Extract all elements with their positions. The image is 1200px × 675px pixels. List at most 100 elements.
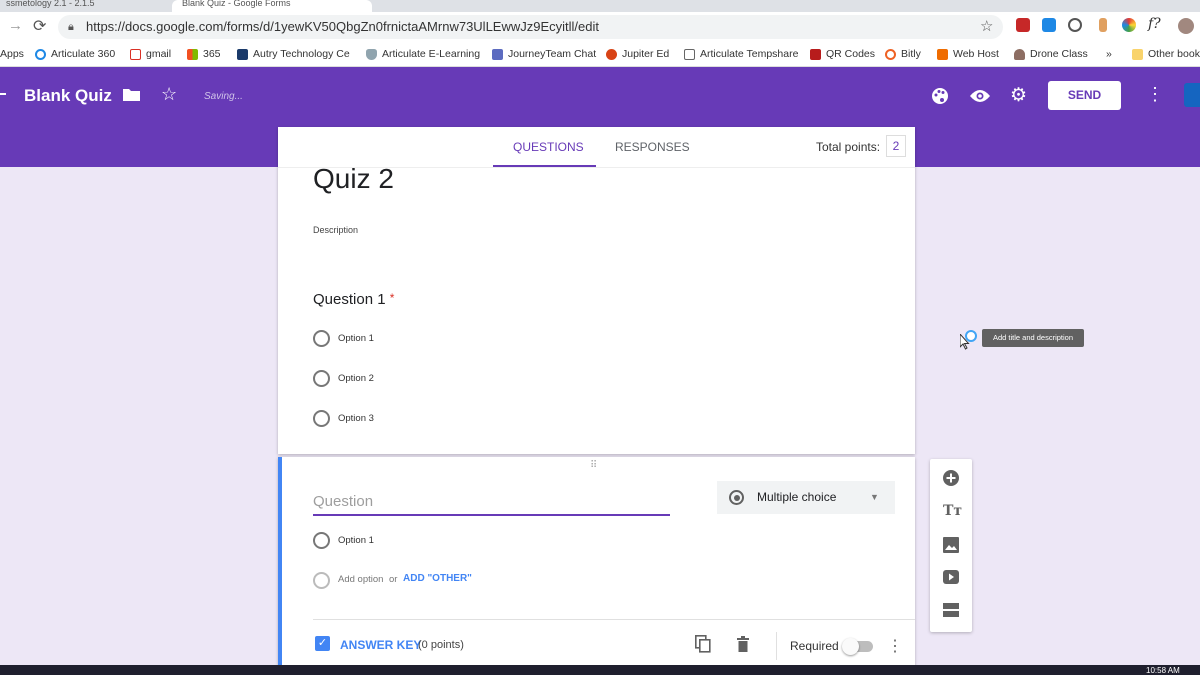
bookmark-bitly[interactable]: Bitly: [885, 42, 921, 66]
taskbar-clock: 10:58 AM: [1146, 666, 1180, 675]
delete-trash-icon[interactable]: [737, 636, 749, 652]
question-type-dropdown[interactable]: Multiple choice ▼: [717, 481, 895, 514]
option-label: Option 1: [338, 333, 374, 344]
folder-icon[interactable]: [123, 88, 140, 101]
back-arrow-icon[interactable]: [0, 93, 6, 95]
option-label: Option 3: [338, 413, 374, 424]
send-button[interactable]: SEND: [1048, 81, 1121, 110]
gmail-icon: [130, 48, 141, 60]
add-image-icon[interactable]: [943, 537, 959, 553]
bookmark-other[interactable]: Other book: [1132, 42, 1200, 66]
bookmark-label: Bitly: [901, 48, 921, 60]
add-option-link[interactable]: Add option: [338, 574, 383, 585]
add-title-icon[interactable]: Tт: [943, 503, 962, 519]
os-taskbar: [0, 665, 1200, 675]
bookmark-gmail[interactable]: gmail: [130, 42, 171, 66]
palette-icon[interactable]: [931, 87, 949, 105]
question-title-text: Question 1: [313, 291, 386, 308]
qr-icon: [810, 48, 821, 60]
more-menu-icon[interactable]: ⋮: [1146, 84, 1164, 105]
quiz-title[interactable]: Quiz 2: [313, 163, 394, 195]
radio-button: [313, 572, 330, 589]
bookmark-qr-codes[interactable]: QR Codes: [810, 42, 875, 66]
bookmark-star-icon[interactable]: ☆: [980, 15, 993, 39]
preview-eye-icon[interactable]: [970, 89, 990, 103]
dropdown-arrow-icon: ▼: [870, 492, 879, 502]
bookmark-autry[interactable]: Autry Technology Ce: [237, 42, 350, 66]
bookmark-drone-class[interactable]: Drone Class: [1014, 42, 1088, 66]
tab-questions[interactable]: QUESTIONS: [513, 140, 584, 154]
forward-icon[interactable]: →: [8, 17, 23, 34]
bookmark-label: Drone Class: [1030, 48, 1088, 60]
bookmark-articulate-360[interactable]: Articulate 360: [35, 42, 115, 66]
address-bar[interactable]: 🔒︎ https://docs.google.com/forms/d/1yewK…: [58, 15, 1003, 39]
saving-status: Saving...: [204, 91, 243, 102]
card-divider: [313, 619, 915, 620]
toolbar-divider: [776, 632, 777, 660]
or-text: or: [389, 574, 398, 585]
bookmark-label: Articulate E-Learning: [382, 48, 481, 60]
bookmark-label: 365: [203, 48, 221, 60]
reload-icon[interactable]: ⟳: [33, 16, 46, 36]
jupiter-icon: [606, 48, 617, 60]
required-toggle[interactable]: [842, 638, 873, 655]
color-extension-icon[interactable]: [1122, 18, 1136, 32]
browser-tab-cosmetology[interactable]: ssmetology 2.1 - 2.1.5: [0, 0, 165, 12]
articulate-icon: [35, 48, 46, 60]
acrobat-extension-icon[interactable]: [1016, 18, 1030, 32]
required-label: Required: [790, 639, 839, 653]
add-question-icon[interactable]: [943, 470, 959, 486]
browser-tab-active[interactable]: Blank Quiz - Google Forms: [172, 0, 372, 12]
total-points-value: 2: [886, 135, 906, 157]
bookmark-articulate-elearning[interactable]: Articulate E-Learning: [366, 42, 480, 66]
shield-icon: [366, 48, 377, 60]
formula-extension-icon[interactable]: f?: [1148, 16, 1161, 32]
office-icon: [187, 48, 198, 60]
radio-button[interactable]: [313, 330, 330, 347]
bookmark-apps[interactable]: Apps: [0, 42, 24, 66]
points-value: (0 points): [418, 639, 464, 651]
bookmark-365[interactable]: 365: [187, 42, 221, 66]
bookmark-label: Jupiter Ed: [622, 48, 670, 60]
form-title[interactable]: Blank Quiz: [24, 86, 112, 106]
more-options-icon[interactable]: ⋮: [887, 636, 903, 656]
bookmark-journeyteam[interactable]: JourneyTeam Chat: [492, 42, 596, 66]
add-other-link[interactable]: ADD "OTHER": [403, 573, 472, 584]
answer-key-button[interactable]: ANSWER KEY: [340, 638, 421, 652]
radio-checked-icon: [729, 490, 744, 505]
active-card-indicator: [278, 457, 282, 672]
bitly-icon: [885, 48, 896, 60]
teams-icon: [492, 48, 503, 60]
form-description[interactable]: Description: [313, 225, 358, 235]
bookmark-articulate-tempshare[interactable]: Articulate Tempshare: [684, 42, 798, 66]
click-highlight-icon: [965, 330, 977, 342]
duplicate-icon[interactable]: [695, 635, 711, 653]
bookmark-label: Apps: [0, 48, 24, 60]
bookmark-label: Web Host: [953, 48, 999, 60]
extension-icon[interactable]: [1099, 18, 1107, 32]
radio-button[interactable]: [313, 410, 330, 427]
profile-badge[interactable]: [1184, 83, 1200, 107]
star-icon[interactable]: ☆: [161, 84, 177, 105]
bookmarks-overflow[interactable]: »: [1106, 42, 1112, 66]
bookmark-label: Articulate Tempshare: [700, 48, 799, 60]
add-section-icon[interactable]: [943, 603, 959, 619]
drag-handle-icon[interactable]: ⠿: [590, 460, 598, 471]
question-type-label: Multiple choice: [757, 490, 837, 504]
question-1-title[interactable]: Question 1 *: [313, 291, 394, 308]
settings-gear-icon[interactable]: ⚙: [1010, 84, 1027, 107]
bookmark-label: Other book: [1148, 48, 1200, 60]
folder-icon: [1132, 48, 1143, 60]
bookmark-web-host[interactable]: Web Host: [937, 42, 999, 66]
add-video-icon[interactable]: [943, 570, 959, 586]
option-label: Option 2: [338, 373, 374, 384]
extension-icon[interactable]: [1068, 18, 1082, 32]
chat-extension-icon[interactable]: [1042, 18, 1056, 32]
question-title-input[interactable]: Question: [313, 490, 670, 516]
profile-avatar[interactable]: [1178, 18, 1194, 34]
bookmark-jupiter-ed[interactable]: Jupiter Ed: [606, 42, 669, 66]
radio-button[interactable]: [313, 370, 330, 387]
answer-key-checkbox-icon[interactable]: ✓: [315, 636, 330, 651]
tab-label: ssmetology 2.1 - 2.1.5: [6, 0, 95, 8]
tab-responses[interactable]: RESPONSES: [615, 140, 690, 154]
